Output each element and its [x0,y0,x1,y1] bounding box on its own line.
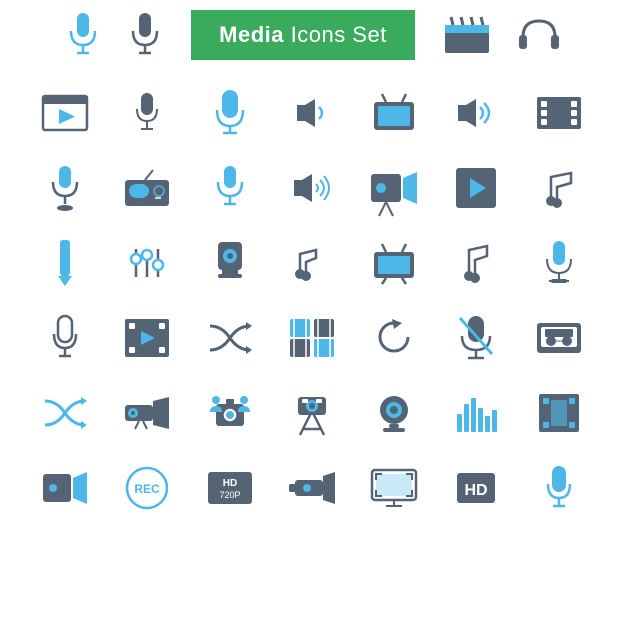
icon-cell [272,450,352,525]
icon-cell [354,150,434,225]
icon-cell [354,225,434,300]
filmstrip2-icon [539,394,579,432]
icon-cell [354,75,434,150]
mic-small-icon [135,93,159,133]
clapperboard-icon [445,17,489,53]
icon-cell [519,225,599,300]
tv2-icon [372,244,416,282]
mic-blue-icon [216,166,244,210]
icon-cell [107,150,187,225]
film-projector-icon [294,391,330,435]
icon-cell [25,225,105,300]
group-camera-icon [208,394,252,432]
equalizer-icon [457,394,495,432]
icon-cell [107,225,187,300]
title-box: Media Icons Set [191,10,415,60]
svg-text:720P: 720P [219,490,240,500]
tv-icon [372,94,416,132]
icon-cell [436,150,516,225]
icon-cell [354,300,434,375]
music-note-single-icon [461,244,491,282]
icon-cell [107,375,187,450]
icon-cell [25,75,105,150]
icon-cell [272,375,352,450]
header: Media Icons Set [10,10,616,60]
icon-cell [190,225,270,300]
music-note-icon [541,169,577,207]
page-title: Media Icons Set [219,22,387,47]
icon-cell [190,375,270,450]
svg-text:REC: REC [135,482,161,496]
cassette-icon [537,323,581,353]
icon-cell [25,450,105,525]
icon-cell [272,225,352,300]
play-button-icon [456,168,496,208]
mic-blue-bottom-icon [546,466,572,510]
mic-icon-header-1 [67,13,99,57]
icon-cell [25,300,105,375]
refresh-icon [376,319,412,357]
mic-base-icon [51,166,79,210]
icon-cell [354,375,434,450]
video-camera-icon [371,170,417,206]
icon-cell [436,300,516,375]
icon-cell [25,150,105,225]
screen-icon [372,470,416,506]
security-cam2-icon [289,470,335,506]
mic-icon-header-2 [129,13,161,57]
mic-blue-large-icon [215,90,245,136]
speaker-loud-icon [290,172,334,204]
rec-button-icon: REC [125,466,169,510]
icon-cell: HD [436,450,516,525]
headphones-icon [519,17,559,53]
hd-badge-icon: HD [457,473,495,503]
icon-cell [436,225,516,300]
icon-cell [107,300,187,375]
icon-cell [519,150,599,225]
filmstrip-icon [537,97,581,129]
radio-icon [125,170,169,206]
icon-cell [519,375,599,450]
icon-cell [272,75,352,150]
icon-cell [190,300,270,375]
page: Media Icons Set [0,0,626,626]
video-cam-dark-icon [43,470,87,506]
mic-outline-icon [52,316,78,360]
mixer-icon [128,245,166,281]
icon-cell [436,375,516,450]
icon-cell [272,150,352,225]
icon-cell: HD 720P [190,450,270,525]
film-grid-icon [290,319,334,357]
mic-muted-icon [458,316,494,360]
icon-cell [25,375,105,450]
marker-icon [56,240,74,286]
webcam-icon [214,242,246,284]
icon-cell [519,450,599,525]
music-notes-2-icon [294,244,330,282]
hd720p-badge-icon: HD 720P [208,472,252,504]
shuffle2-icon [43,395,87,431]
speaker-low-icon [293,97,331,129]
icon-cell [354,450,434,525]
icon-cell: REC [107,450,187,525]
webcam-round-icon [375,394,413,432]
speaker-high-icon [454,97,498,129]
icons-grid: REC HD 720P [10,75,616,525]
icon-cell [519,300,599,375]
security-cam-icon [125,397,169,429]
icon-cell [272,300,352,375]
video-player-icon [43,96,87,130]
icon-cell [190,150,270,225]
icon-cell [436,75,516,150]
svg-text:HD: HD [222,478,236,489]
svg-text:HD: HD [465,482,488,499]
mic-desk-icon [541,241,577,285]
icon-cell [107,75,187,150]
icon-cell [190,75,270,150]
filmstrip-play-icon [125,319,169,357]
shuffle-icon [208,320,252,356]
icon-cell [519,75,599,150]
